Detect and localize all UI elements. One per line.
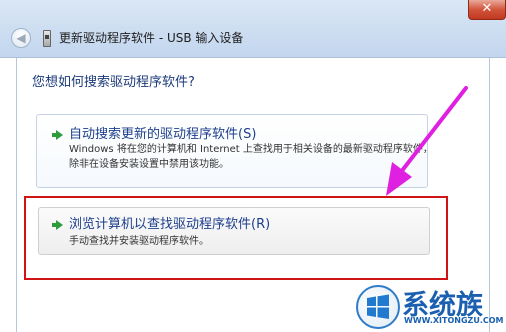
auto-search-title: 自动搜索更新的驱动程序软件(S): [69, 127, 257, 142]
watermark-url: WWW.XITONGZU.COM: [404, 316, 504, 325]
usb-device-icon: [43, 30, 51, 47]
back-button[interactable]: ◀: [11, 28, 31, 48]
auto-search-description: Windows 将在您的计算机和 Internet 上查找用于相关设备的最新驱动…: [69, 144, 433, 170]
close-icon: ✕: [481, 1, 493, 16]
watermark: 系统族 WWW.XITONGZU.COM: [356, 285, 506, 332]
back-arrow-icon: ◀: [16, 31, 26, 45]
green-arrow-icon: [52, 130, 63, 140]
page-question: 您想如何搜索驱动程序软件?: [32, 75, 195, 90]
red-highlight-box: [24, 196, 448, 280]
title-bar: ✕ ◀ 更新驱动程序软件 - USB 输入设备: [0, 0, 506, 58]
close-button[interactable]: ✕: [468, 0, 506, 20]
auto-search-option[interactable]: 自动搜索更新的驱动程序软件(S) Windows 将在您的计算机和 Intern…: [36, 114, 433, 188]
window-title: 更新驱动程序软件 - USB 输入设备: [59, 31, 244, 45]
windows-logo-icon: [356, 285, 400, 329]
